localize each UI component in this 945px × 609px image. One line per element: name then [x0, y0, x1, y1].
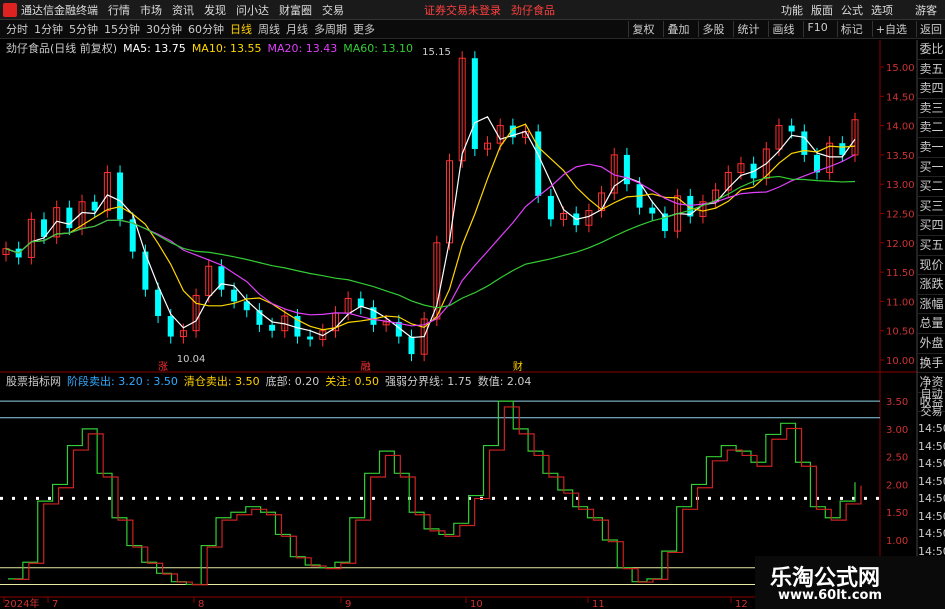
indicator-y-tick-label: 1.00	[886, 536, 908, 547]
y-tick-label: 12.00	[886, 239, 915, 250]
y-tick-label: 10.50	[886, 327, 915, 338]
quote-field-label: 买四	[918, 216, 945, 236]
quote-field-label: 涨幅	[918, 295, 945, 315]
indicator-green-line	[8, 400, 856, 586]
candle-body	[623, 154, 630, 185]
x-tick-label: 9	[345, 599, 351, 609]
event-marker: 涨	[158, 361, 168, 373]
trade-field-label: 14:50	[918, 474, 945, 488]
candle-body	[307, 336, 314, 340]
candle-body	[649, 207, 656, 214]
y-tick-label: 12.50	[886, 210, 915, 221]
trade-field-label: 自动	[920, 387, 943, 400]
quote-field-label: 涨跌	[918, 275, 945, 295]
event-marker: 财	[513, 360, 523, 373]
y-tick-label: 11.00	[886, 297, 915, 308]
candle-body	[547, 195, 554, 220]
x-tick-label: 12	[735, 599, 748, 609]
candle-body	[167, 316, 174, 337]
indicator-y-tick-label: 3.00	[886, 425, 908, 436]
y-tick-label: 15.00	[886, 63, 915, 74]
x-tick-label: 7	[52, 599, 58, 609]
quote-field-label: 换手	[918, 354, 945, 374]
y-tick-label: 10.00	[886, 356, 915, 367]
candle-body	[788, 125, 795, 132]
trade-field-label: 14:50	[918, 492, 945, 505]
quote-field-label: 买三	[918, 197, 945, 217]
x-tick-label: 8	[198, 599, 204, 609]
quote-field-label: 卖二	[918, 118, 945, 138]
candle-body	[408, 336, 415, 355]
quote-field-label: 外盘	[918, 334, 945, 354]
quote-panel: 委比 卖五 卖四 卖三 卖二 卖一 买一 买二 买三 买四 买五 现价 涨跌 涨幅 总量 外盘 换手 净资 收益	[918, 40, 945, 413]
quote-field-label: 买二	[918, 177, 945, 197]
trade-field-label: 14:50	[918, 422, 945, 435]
indicator-y-tick-label: 2.50	[886, 453, 908, 464]
indicator-red-line	[14, 406, 862, 586]
y-tick-label: 11.50	[886, 268, 915, 279]
trade-field-label: 14:50	[918, 527, 945, 540]
trade-panel: 自动交易14:5014:5014:5014:5014:5014:5014:501…	[918, 385, 945, 560]
quote-field-label: 卖五	[918, 60, 945, 80]
y-tick-label: 14.00	[886, 122, 915, 133]
indicator-y-tick-label: 1.50	[886, 508, 908, 519]
x-tick-label: 2024年	[4, 597, 39, 609]
candle-body	[155, 289, 162, 317]
trade-field-label: 交易	[920, 404, 943, 418]
trade-field-label: 14:50	[918, 457, 945, 470]
candle-body	[269, 324, 276, 331]
indicator-y-tick-label: 2.00	[886, 480, 908, 491]
candle-body	[66, 207, 73, 229]
candle-body	[91, 201, 98, 211]
event-marker: 融	[361, 361, 371, 373]
trade-field-label: 14:50	[918, 439, 945, 453]
high-label: 15.15	[422, 47, 451, 58]
quote-field-label: 现价	[918, 256, 945, 276]
quote-field-label: 买五	[918, 236, 945, 256]
candle-body	[117, 172, 124, 220]
quote-field-label: 卖三	[918, 99, 945, 119]
quote-field-label: 卖四	[918, 79, 945, 99]
x-tick-label: 11	[592, 599, 605, 609]
quote-field-label: 买一	[918, 158, 945, 178]
watermark-url: www.60lt.com	[778, 588, 883, 603]
low-label: 10.04	[177, 354, 206, 365]
chart-canvas[interactable]: 15.00 14.50 14.00 13.50 13.00 12.50 12.00 11.50…	[0, 0, 945, 609]
candle-body	[231, 289, 238, 302]
candle-body	[471, 58, 478, 150]
y-tick-label: 14.50	[886, 92, 915, 103]
quote-field-label: 委比	[918, 40, 945, 60]
quote-field-label: 卖一	[918, 138, 945, 158]
x-tick-label: 10	[470, 599, 483, 609]
indicator-y-tick-label: 3.50	[886, 397, 908, 408]
y-tick-label: 13.00	[886, 180, 915, 191]
trade-field-label: 14:50	[918, 509, 945, 523]
candle-body	[535, 131, 542, 196]
quote-field-label: 总量	[918, 314, 945, 334]
y-tick-label: 13.50	[886, 151, 915, 162]
